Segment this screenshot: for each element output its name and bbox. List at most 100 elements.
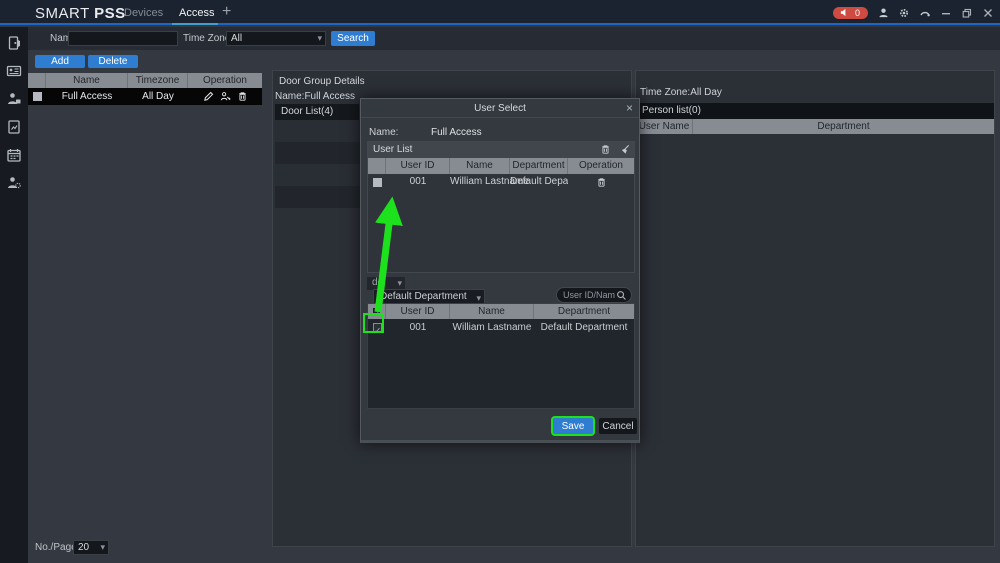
candidate-row[interactable]: 001 William Lastname Default Department bbox=[368, 319, 634, 336]
delete-button[interactable]: Delete bbox=[88, 55, 138, 68]
app-logo: SMART PSS bbox=[35, 5, 126, 22]
search-toolbar: Name: Time Zone: All▾ Search bbox=[28, 27, 1000, 50]
candidate-header: User ID Name Department bbox=[368, 304, 634, 319]
table-header-row: Name Timezone Operation bbox=[28, 73, 262, 88]
tab-devices[interactable]: Devices bbox=[124, 7, 163, 19]
timezone-value: All bbox=[231, 33, 242, 44]
group-name-line: Name:Full Access bbox=[275, 91, 355, 102]
selected-user-list: User List User ID Name Department Operat… bbox=[367, 141, 635, 273]
column-user-id: User ID bbox=[386, 304, 450, 319]
column-department: Department bbox=[510, 158, 568, 174]
row-checkbox[interactable] bbox=[368, 319, 386, 336]
column-name: Name bbox=[450, 158, 510, 174]
add-button[interactable]: Add bbox=[35, 55, 85, 68]
access-door-icon[interactable] bbox=[6, 35, 22, 51]
chevron-down-icon: ▾ bbox=[317, 33, 322, 44]
delete-all-trash-icon[interactable] bbox=[600, 144, 611, 155]
row-name: Full Access bbox=[46, 88, 128, 105]
search-button[interactable]: Search bbox=[331, 31, 375, 46]
user-list-row[interactable]: 001 William Lastname Default Depart... bbox=[368, 174, 634, 190]
user-permission-icon[interactable] bbox=[6, 91, 22, 107]
edit-pencil-icon[interactable] bbox=[203, 91, 214, 102]
user-settings-icon[interactable] bbox=[6, 175, 22, 191]
minimize-icon[interactable] bbox=[940, 7, 952, 19]
dialog-name-label: Name: bbox=[369, 127, 398, 138]
row-user-id: 001 bbox=[386, 319, 450, 336]
select-all-checkbox[interactable] bbox=[368, 158, 386, 174]
module-sidebar bbox=[0, 27, 28, 563]
door-list-tab[interactable]: Door List(4) bbox=[275, 104, 359, 120]
chevron-down-icon: ▾ bbox=[397, 277, 402, 289]
name-filter-input[interactable] bbox=[68, 31, 178, 46]
dept-mini-value: de bbox=[372, 277, 383, 288]
person-list-tab[interactable]: Person list(0) bbox=[636, 103, 994, 119]
column-operation: Operation bbox=[188, 73, 262, 88]
pagination-bar: No./Page 20 ▾ bbox=[28, 540, 262, 555]
close-icon[interactable] bbox=[982, 7, 994, 19]
row-operations bbox=[188, 88, 262, 105]
select-all-checkbox[interactable] bbox=[368, 304, 386, 319]
new-tab-button[interactable]: + bbox=[222, 3, 231, 21]
auth-user-key-icon[interactable] bbox=[220, 91, 231, 102]
column-department: Department bbox=[693, 119, 994, 134]
delete-trash-icon[interactable] bbox=[237, 91, 248, 102]
access-group-table: Name Timezone Operation Full Access All … bbox=[28, 73, 262, 105]
person-table-header: User Name Department bbox=[636, 119, 994, 134]
alarm-badge[interactable]: 0 bbox=[833, 7, 868, 19]
tab-access[interactable]: Access bbox=[179, 7, 214, 19]
assist-wizard-icon[interactable] bbox=[919, 7, 931, 19]
timezone-line: Time Zone:All Day bbox=[640, 87, 722, 98]
restore-icon[interactable] bbox=[961, 7, 973, 19]
row-name: William Lastname bbox=[450, 319, 534, 336]
row-checkbox[interactable] bbox=[368, 174, 386, 190]
user-select-dialog: User Select × Name: Full Access User Lis… bbox=[360, 98, 640, 443]
row-user-id: 001 bbox=[386, 174, 450, 190]
page-size-value: 20 bbox=[78, 542, 89, 553]
dialog-name-value: Full Access bbox=[431, 127, 482, 138]
speaker-icon bbox=[839, 7, 851, 19]
dialog-title: User Select bbox=[361, 99, 639, 118]
row-checkbox[interactable] bbox=[28, 88, 46, 105]
column-operation: Operation bbox=[568, 158, 634, 174]
attendance-icon[interactable] bbox=[6, 147, 22, 163]
dialog-close-icon[interactable]: × bbox=[626, 101, 633, 115]
column-user-name: User Name bbox=[636, 119, 693, 134]
page-size-label: No./Page bbox=[35, 542, 77, 553]
select-all-checkbox[interactable] bbox=[28, 73, 46, 88]
table-row[interactable]: Full Access All Day bbox=[28, 88, 262, 105]
smartpss-window: SMART PSS Devices Access + 0 10:02:27 Na… bbox=[0, 0, 1000, 563]
column-timezone: Timezone bbox=[128, 73, 188, 88]
settings-gear-icon[interactable] bbox=[898, 7, 910, 19]
log-report-icon[interactable] bbox=[6, 119, 22, 135]
cancel-button[interactable]: Cancel bbox=[599, 418, 637, 434]
delete-trash-icon[interactable] bbox=[596, 177, 607, 188]
person-list-panel: Time Zone:All Day Person list(0) User Na… bbox=[635, 70, 995, 547]
row-department: Default Department bbox=[534, 319, 634, 336]
id-card-icon[interactable] bbox=[6, 63, 22, 79]
page-size-dropdown[interactable]: 20 ▾ bbox=[73, 540, 109, 555]
clear-broom-icon[interactable] bbox=[619, 144, 630, 155]
user-search-box bbox=[556, 287, 632, 303]
save-button[interactable]: Save bbox=[553, 418, 593, 434]
row-timezone: All Day bbox=[128, 88, 188, 105]
search-magnifier-icon[interactable] bbox=[616, 290, 627, 301]
panel-title: Door Group Details bbox=[279, 76, 365, 87]
chevron-down-icon: ▾ bbox=[100, 542, 105, 553]
column-name: Name bbox=[450, 304, 534, 319]
candidate-user-list: User ID Name Department 001 William Last… bbox=[367, 303, 635, 409]
user-search-input[interactable] bbox=[563, 289, 615, 301]
logo-pss: PSS bbox=[94, 5, 126, 22]
timezone-dropdown[interactable]: All ▾ bbox=[226, 31, 326, 46]
user-list-header: User ID Name Department Operation bbox=[368, 158, 634, 174]
user-list-bar: User List bbox=[368, 142, 634, 158]
department-value: Default Department bbox=[380, 291, 467, 302]
logo-smart: SMART bbox=[35, 5, 89, 22]
column-name: Name bbox=[46, 73, 128, 88]
department-dropdown[interactable]: Default Department▾ bbox=[373, 289, 485, 304]
row-department: Default Depart... bbox=[510, 174, 568, 190]
user-account-icon[interactable] bbox=[877, 7, 889, 19]
column-department: Department bbox=[534, 304, 634, 319]
row-operations bbox=[568, 174, 634, 190]
active-tab-underline bbox=[172, 23, 218, 25]
titlebar: SMART PSS Devices Access + 0 bbox=[0, 0, 1000, 25]
